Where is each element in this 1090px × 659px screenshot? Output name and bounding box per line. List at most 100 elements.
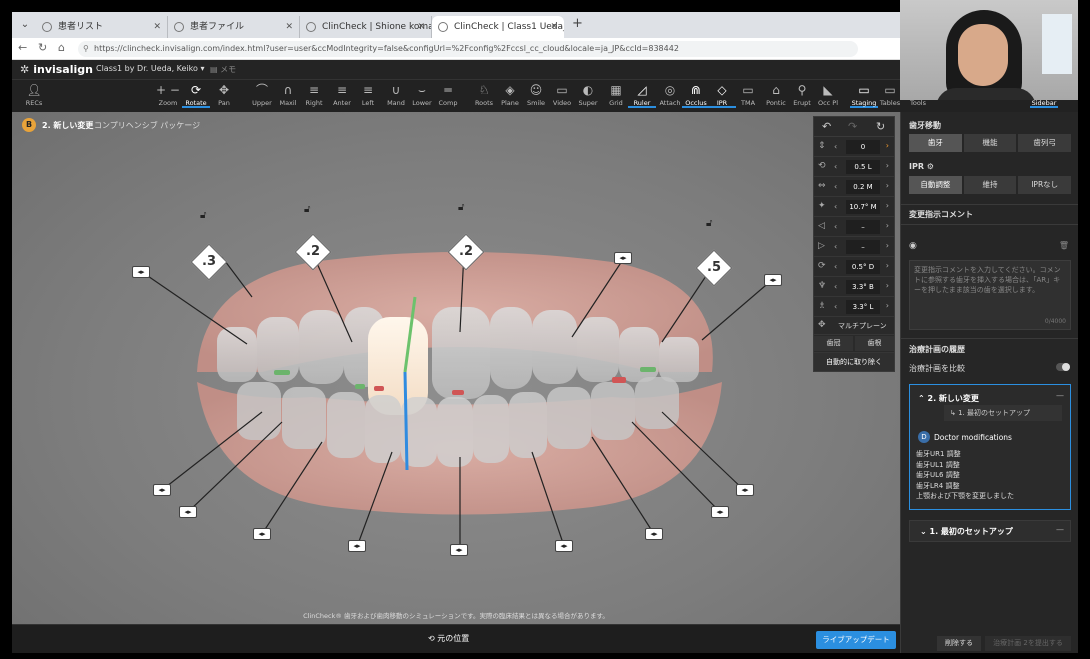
ipr-handle[interactable]: ◂▸ bbox=[348, 540, 366, 552]
ipr-handle[interactable]: ◂▸ bbox=[450, 544, 468, 556]
movement-value[interactable]: 0 bbox=[846, 140, 880, 154]
movement-value[interactable]: 0.2 M bbox=[846, 180, 880, 194]
tool-recs[interactable]: 👤︎ RECs bbox=[20, 82, 48, 108]
decrement-icon[interactable]: ‹ bbox=[834, 142, 837, 151]
increment-icon[interactable]: › bbox=[886, 181, 889, 190]
increment-icon[interactable]: › bbox=[886, 281, 889, 290]
increment-icon[interactable]: › bbox=[886, 301, 889, 310]
increment-icon[interactable]: › bbox=[886, 221, 889, 230]
ipr-handle[interactable]: ◂▸ bbox=[153, 484, 171, 496]
ipr-handle[interactable]: ◂▸ bbox=[711, 506, 729, 518]
unlock-icon[interactable]: 🔓︎ bbox=[304, 204, 316, 216]
memo-button[interactable]: ▤ メモ bbox=[210, 64, 236, 75]
plan-card-initial[interactable]: ⌄ 1. 最初のセットアップ — bbox=[909, 520, 1071, 542]
tab-ipr-keep[interactable]: 維持 bbox=[963, 176, 1017, 194]
close-tab-icon[interactable]: ✕ bbox=[550, 16, 558, 38]
tool-grid[interactable]: ▦ Grid bbox=[602, 82, 630, 108]
tool-mand[interactable]: ∪ Mand bbox=[382, 82, 410, 108]
increment-icon[interactable]: › bbox=[886, 141, 889, 150]
tool-zoom[interactable]: + − Zoom bbox=[154, 82, 182, 108]
redo-icon[interactable]: ↷ bbox=[848, 120, 857, 133]
increment-icon[interactable]: › bbox=[886, 201, 889, 210]
reset-position-button[interactable]: ⟲ 元の位置 bbox=[428, 633, 469, 644]
card-parent-link[interactable]: ↳ 1. 最初のセットアップ bbox=[944, 405, 1062, 421]
increment-icon[interactable]: › bbox=[886, 161, 889, 170]
decrement-icon[interactable]: ‹ bbox=[834, 242, 837, 251]
close-tab-icon[interactable]: ✕ bbox=[285, 16, 293, 38]
new-tab-button[interactable]: + bbox=[572, 16, 583, 31]
tool-lower[interactable]: ⌣ Lower bbox=[408, 82, 436, 108]
tab-tooth[interactable]: 歯牙 bbox=[909, 134, 962, 152]
ipr-handle[interactable]: ◂▸ bbox=[253, 528, 271, 540]
tool-erupt[interactable]: ⚲ Erupt bbox=[788, 82, 816, 108]
crown-button[interactable]: 歯冠 bbox=[814, 336, 853, 351]
movement-value[interactable]: 3.3° B bbox=[846, 280, 880, 294]
movement-value[interactable]: – bbox=[846, 220, 880, 234]
submit-plan-button[interactable]: 治療計画 2を提出する bbox=[985, 636, 1071, 651]
tool-comp[interactable]: ═ Comp bbox=[434, 82, 462, 108]
auto-remove-button[interactable]: 自動的に取り除く bbox=[814, 353, 894, 371]
delete-button[interactable]: 削除する bbox=[937, 636, 981, 651]
back-icon[interactable]: ← bbox=[18, 41, 27, 54]
tool-occlus[interactable]: ⋒ Occlus bbox=[682, 82, 710, 108]
movement-value[interactable]: 0.5° D bbox=[846, 260, 880, 274]
unlock-icon[interactable]: 🔓︎ bbox=[200, 210, 212, 222]
camera-icon[interactable]: ◉ bbox=[909, 241, 917, 251]
movement-value[interactable]: 3.3° L bbox=[846, 300, 880, 314]
trash-icon[interactable]: 🗑︎ bbox=[1059, 241, 1069, 250]
tool-video[interactable]: ▭ Video bbox=[548, 82, 576, 108]
3d-viewport[interactable]: B 2. 新しい変更 コンプリヘンシブ パッケージ .3 .2 .2 .5 🔓︎… bbox=[12, 112, 900, 624]
url-field[interactable]: https://clincheck.invisalign.com/index.h… bbox=[78, 41, 858, 57]
unlock-icon[interactable]: 🔓︎ bbox=[458, 202, 470, 214]
tool-upper[interactable]: ⌒ Upper bbox=[248, 82, 276, 108]
tool-ipr[interactable]: ◇ IPR bbox=[708, 82, 736, 108]
ipr-handle[interactable]: ◂▸ bbox=[132, 266, 150, 278]
decrement-icon[interactable]: ‹ bbox=[834, 162, 837, 171]
browser-tab-active[interactable]: ClinCheck | Class1 Ueda_Keiko ✕ bbox=[432, 16, 564, 38]
tool-rotate[interactable]: ⟳ Rotate bbox=[182, 82, 210, 108]
tool-tma[interactable]: ▭ TMA bbox=[734, 82, 762, 108]
tab-ipr-none[interactable]: IPRなし bbox=[1018, 176, 1072, 194]
ipr-handle[interactable]: ◂▸ bbox=[614, 252, 632, 264]
tool-left[interactable]: ≡ Left bbox=[354, 82, 382, 108]
movement-value[interactable]: – bbox=[846, 240, 880, 254]
tool-pontic[interactable]: ⌂ Pontic bbox=[762, 82, 790, 108]
movement-value[interactable]: 0.5 L bbox=[846, 160, 880, 174]
multiplane-row[interactable]: ✥ マルチプレーン bbox=[814, 317, 894, 335]
decrement-icon[interactable]: ‹ bbox=[834, 302, 837, 311]
reset-icon[interactable]: ↻ bbox=[876, 120, 885, 133]
undo-icon[interactable]: ↶ bbox=[822, 120, 831, 133]
decrement-icon[interactable]: ‹ bbox=[834, 202, 837, 211]
tool-pan[interactable]: ✥ Pan bbox=[210, 82, 238, 108]
tool-attach[interactable]: ◎ Attach bbox=[656, 82, 684, 108]
tool-right[interactable]: ≡ Right bbox=[300, 82, 328, 108]
root-button[interactable]: 歯根 bbox=[855, 336, 894, 351]
tab-ipr-auto[interactable]: 自動調整 bbox=[909, 176, 962, 194]
tool-maxil[interactable]: ∩ Maxil bbox=[274, 82, 302, 108]
decrement-icon[interactable]: ‹ bbox=[834, 222, 837, 231]
home-icon[interactable]: ⌂ bbox=[58, 41, 65, 54]
decrement-icon[interactable]: ‹ bbox=[834, 262, 837, 271]
ipr-handle[interactable]: ◂▸ bbox=[736, 484, 754, 496]
reload-icon[interactable]: ↻ bbox=[38, 41, 47, 54]
ipr-handle[interactable]: ◂▸ bbox=[764, 274, 782, 286]
tool-super[interactable]: ◐ Super bbox=[574, 82, 602, 108]
increment-icon[interactable]: › bbox=[886, 261, 889, 270]
browser-tab[interactable]: 患者ファイル ✕ bbox=[168, 16, 300, 38]
tool-staging[interactable]: ▭ Staging bbox=[850, 82, 878, 108]
close-tab-icon[interactable]: ✕ bbox=[153, 16, 161, 38]
close-tab-icon[interactable]: ✕ bbox=[417, 16, 425, 38]
browser-tab[interactable]: 患者リスト ✕ bbox=[36, 16, 168, 38]
more-icon[interactable]: — bbox=[1056, 391, 1064, 400]
live-update-button[interactable]: ライブアップデート bbox=[816, 631, 896, 649]
browser-tab[interactable]: ClinCheck | Shione komatsu ✕ bbox=[300, 16, 432, 38]
tab-arch[interactable]: 歯列弓 bbox=[1018, 134, 1072, 152]
comment-textarea[interactable]: 変更指示コメントを入力してください。コメントに参照する歯牙を挿入する場合は、「A… bbox=[909, 260, 1071, 330]
tab-search-icon[interactable]: ⌄ bbox=[16, 16, 34, 34]
increment-icon[interactable]: › bbox=[886, 241, 889, 250]
tool-anter[interactable]: ≡ Anter bbox=[328, 82, 356, 108]
plan-card-current[interactable]: ⌃ 2. 新しい変更 — ↳ 1. 最初のセットアップ D Doctor mod… bbox=[909, 384, 1071, 510]
ipr-handle[interactable]: ◂▸ bbox=[555, 540, 573, 552]
unlock-icon[interactable]: 🔓︎ bbox=[706, 218, 718, 230]
more-icon[interactable]: — bbox=[1056, 525, 1064, 534]
